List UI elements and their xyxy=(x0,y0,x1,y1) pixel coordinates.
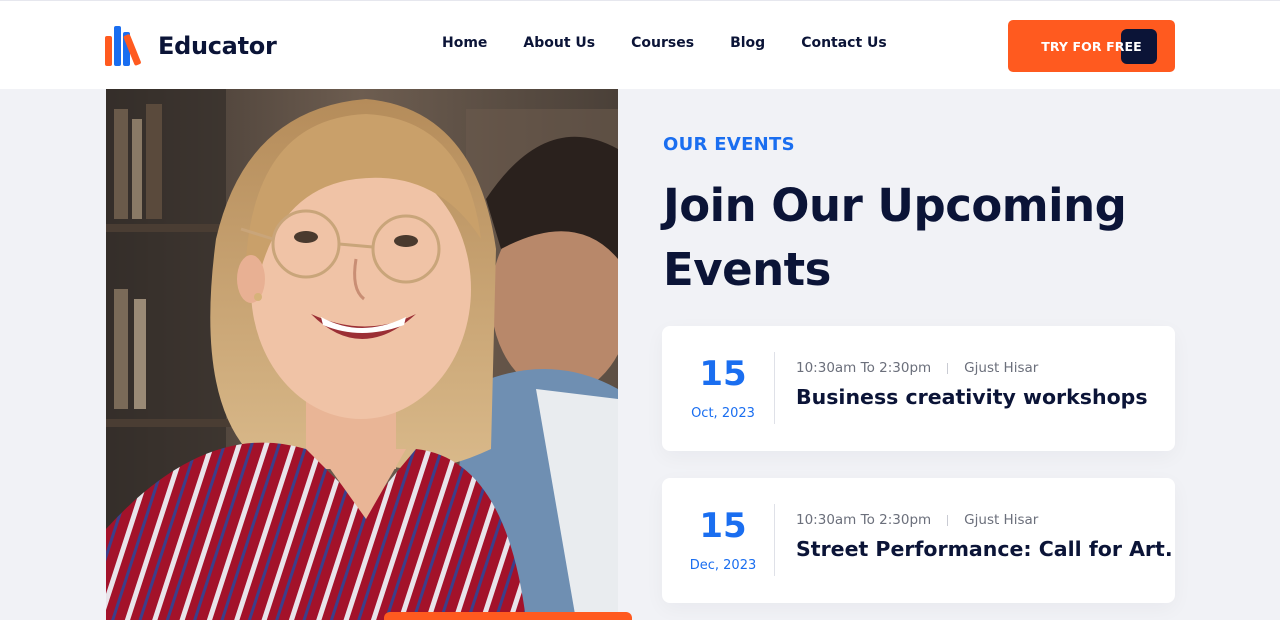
event-divider xyxy=(774,504,775,576)
event-location: Gjust Hisar xyxy=(964,512,1039,528)
nav-item-courses[interactable]: Courses xyxy=(631,35,694,51)
site-header: Educator Home About Us Courses Blog Cont… xyxy=(0,0,1280,89)
nav-item-home[interactable]: Home xyxy=(442,35,487,51)
event-title[interactable]: Business creativity workshops xyxy=(796,385,1148,409)
try-for-free-button[interactable]: TRY FOR FREE xyxy=(1008,20,1175,72)
event-day: 15 xyxy=(699,354,747,394)
event-month: Oct, 2023 xyxy=(691,406,755,421)
event-card[interactable]: 15 Dec, 2023 10:30am To 2:30pm Gjust His… xyxy=(662,478,1175,603)
brand-logo[interactable]: Educator xyxy=(105,26,277,66)
event-location: Gjust Hisar xyxy=(964,360,1039,376)
event-time: 10:30am To 2:30pm xyxy=(796,512,932,528)
smiling-student-illustration xyxy=(106,89,618,620)
section-headline: Join Our Upcoming Events xyxy=(663,179,1127,296)
try-for-free-label: TRY FOR FREE xyxy=(1041,38,1142,54)
nav-item-blog[interactable]: Blog xyxy=(730,35,765,51)
meta-separator xyxy=(947,514,949,526)
event-meta: 10:30am To 2:30pm Gjust Hisar xyxy=(796,512,1038,528)
brand-name: Educator xyxy=(158,32,277,60)
books-logo-icon xyxy=(105,26,150,66)
meta-separator xyxy=(947,362,949,374)
student-photo xyxy=(106,89,618,620)
nav-item-about-us[interactable]: About Us xyxy=(523,35,595,51)
event-day: 15 xyxy=(699,506,747,546)
event-time: 10:30am To 2:30pm xyxy=(796,360,932,376)
section-eyebrow: OUR EVENTS xyxy=(663,134,795,155)
event-month: Dec, 2023 xyxy=(689,558,757,573)
orange-accent-bar xyxy=(384,612,632,620)
event-title[interactable]: Street Performance: Call for Art. xyxy=(796,537,1173,561)
main-nav: Home About Us Courses Blog Contact Us xyxy=(442,35,923,51)
event-divider xyxy=(774,352,775,424)
event-meta: 10:30am To 2:30pm Gjust Hisar xyxy=(796,360,1038,376)
event-card[interactable]: 15 Oct, 2023 10:30am To 2:30pm Gjust His… xyxy=(662,326,1175,451)
nav-item-contact-us[interactable]: Contact Us xyxy=(801,35,887,51)
